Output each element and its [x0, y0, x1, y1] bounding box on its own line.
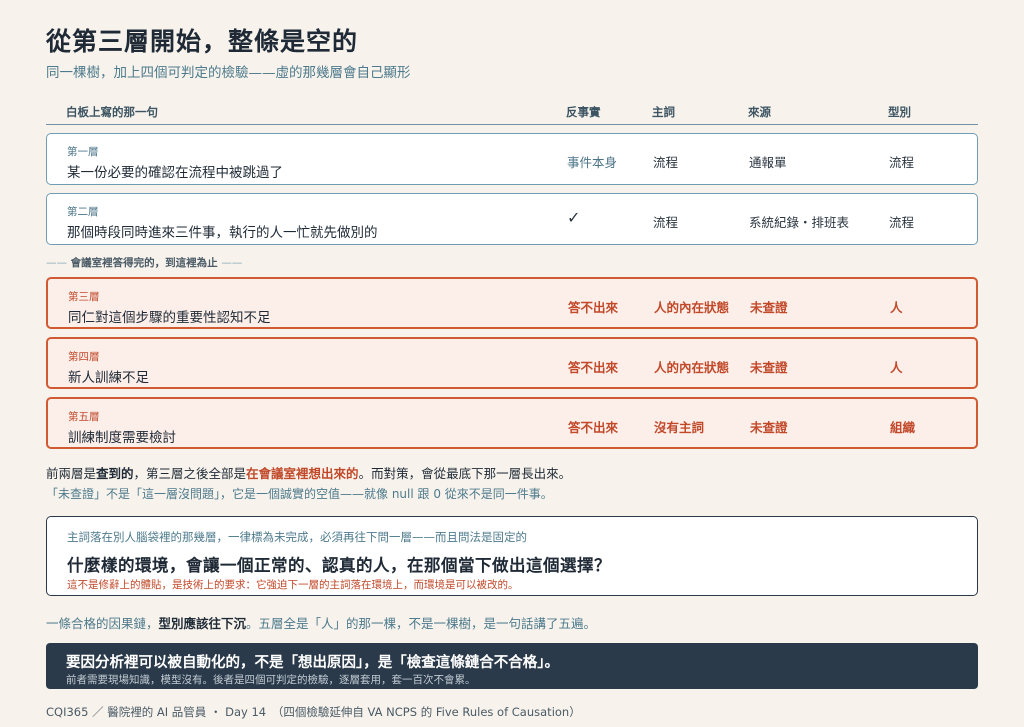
layer-type: 人 — [890, 360, 903, 375]
layer-subject: 流程 — [653, 155, 679, 170]
layer-counterfactual: 事件本身 — [567, 155, 618, 170]
layer-subject: 流程 — [653, 215, 679, 230]
layer-label: 第三層 — [68, 291, 100, 303]
layer-label: 第一層 — [67, 146, 99, 158]
layer-card-1: 第一層 某一份必要的確認在流程中被跳過了 事件本身 流程 通報單 流程 — [46, 133, 978, 185]
layer-source: 系統紀錄・排班表 — [749, 215, 850, 230]
layer-card-3: 第三層 同仁對這個步驟的重要性認知不足 答不出來 人的內在狀態 未查證 人 — [46, 277, 978, 329]
check-icon: ✓ — [567, 208, 581, 227]
layer-counterfactual: 答不出來 — [568, 360, 619, 375]
layer-type: 流程 — [889, 155, 915, 170]
layer-card-2: 第二層 那個時段同時進來三件事，執行的人一忙就先做別的 ✓ 流程 系統紀錄・排班… — [46, 193, 978, 245]
layer-source: 未查證 — [750, 420, 788, 435]
conclusion-sub: 前者需要現場知識，模型沒有。後者是四個可判定的檢驗，逐層套用，套一百次不會累。 — [66, 674, 476, 686]
type-paragraph: 一條合格的因果鏈，型別應該往下沉。五層全是「人」的那一棵，不是一棵樹，是一句話講… — [46, 613, 596, 632]
summary-highlight: 在會議室裡想出來的 — [246, 466, 359, 481]
page-title: 從第三層開始，整條是空的 — [46, 27, 359, 56]
layer-counterfactual: 答不出來 — [568, 420, 619, 435]
layer-statement: 新人訓練不足 — [68, 370, 149, 386]
layer-source: 未查證 — [750, 300, 788, 315]
layer-type: 組織 — [890, 420, 916, 435]
header-type: 型別 — [888, 105, 911, 119]
summary-emphasis: 查到的 — [96, 466, 134, 481]
layer-card-5: 第五層 訓練制度需要檢討 答不出來 沒有主詞 未查證 組織 — [46, 397, 978, 449]
layer-counterfactual: 答不出來 — [568, 300, 619, 315]
type-text: 。五層全是「人」的那一棵，不是一棵樹，是一句話講了五遍。 — [246, 616, 597, 631]
layer-label: 第二層 — [67, 206, 99, 218]
type-text: 一條合格的因果鏈， — [46, 616, 159, 631]
summary-text: 。而對策，會從最底下那一層長出來。 — [358, 466, 572, 481]
layer-type: 人 — [890, 300, 903, 315]
question-note: 這不是修辭上的體貼，是技術上的要求：它強迫下一層的主詞落在環境上，而環境是可以被… — [67, 579, 519, 591]
conclusion-box: 要因分析裡可以被自動化的，不是「想出原因」，是「檢查這條鏈合不合格」。 前者需要… — [46, 643, 978, 689]
header-subject: 主詞 — [652, 105, 675, 119]
layer-subject: 沒有主詞 — [654, 420, 705, 435]
divider-dash: —— — [46, 257, 67, 269]
table-header: 白板上寫的那一句 反事實 主詞 來源 型別 — [46, 103, 978, 125]
layer-source: 通報單 — [749, 155, 787, 170]
layer-card-4: 第四層 新人訓練不足 答不出來 人的內在狀態 未查證 人 — [46, 337, 978, 389]
page-subtitle: 同一棵樹，加上四個可判定的檢驗——虛的那幾層會自己顯形 — [46, 65, 411, 81]
layer-statement: 同仁對這個步驟的重要性認知不足 — [68, 310, 271, 326]
footer-credit: CQI365 ／ 醫院裡的 AI 品管員 ・ Day 14 （四個檢驗延伸自 V… — [46, 705, 581, 719]
summary-paragraph: 前兩層是查到的，第三層之後全部是在會議室裡想出來的。而對策，會從最底下那一層長出… — [46, 463, 571, 482]
summary-text: 前兩層是 — [46, 466, 97, 481]
divider-dash: —— — [221, 257, 243, 269]
header-statement: 白板上寫的那一句 — [66, 105, 158, 119]
layer-label: 第四層 — [68, 351, 100, 363]
layer-type: 流程 — [889, 215, 915, 230]
layer-subject: 人的內在狀態 — [654, 360, 730, 375]
summary-text: ，第三層之後全部是 — [133, 466, 247, 481]
question-intro: 主詞落在別人腦袋裡的那幾層，一律標為未完成，必須再往下問一層——而且問法是固定的 — [67, 530, 527, 544]
key-question: 什麼樣的環境，會讓一個正常的、認真的人，在那個當下做出這個選擇？ — [67, 556, 611, 575]
layer-statement: 訓練制度需要檢討 — [68, 430, 176, 446]
layer-label: 第五層 — [68, 411, 100, 423]
conclusion-main: 要因分析裡可以被自動化的，不是「想出原因」，是「檢查這條鏈合不合格」。 — [66, 655, 559, 671]
question-box: 主詞落在別人腦袋裡的那幾層，一律標為未完成，必須再往下問一層——而且問法是固定的… — [46, 516, 978, 596]
type-emphasis: 型別應該往下沉 — [158, 616, 247, 631]
divider-label: 會議室裡答得完的，到這裡為止 — [70, 257, 218, 269]
header-counterfactual: 反事實 — [566, 105, 601, 119]
layer-statement: 那個時段同時進來三件事，執行的人一忙就先做別的 — [67, 225, 378, 241]
meeting-room-divider: —— 會議室裡答得完的，到這裡為止 —— — [46, 255, 242, 270]
null-note: 「未查證」不是「這一層沒問題」，它是一個誠實的空值——就像 null 跟 0 從… — [46, 487, 553, 501]
layer-subject: 人的內在狀態 — [654, 300, 730, 315]
layer-source: 未查證 — [750, 360, 788, 375]
layer-statement: 某一份必要的確認在流程中被跳過了 — [67, 165, 283, 181]
header-source: 來源 — [748, 105, 771, 119]
